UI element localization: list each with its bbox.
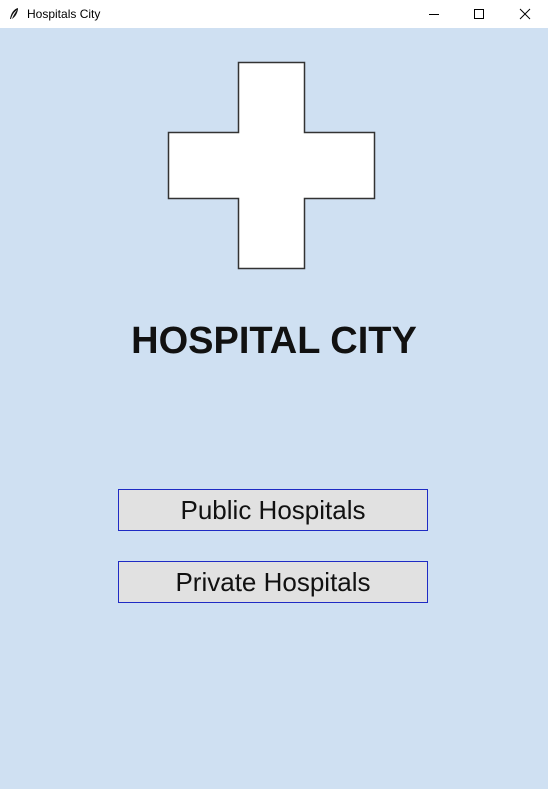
window-title: Hospitals City (27, 7, 101, 21)
close-icon (519, 8, 531, 20)
maximize-icon (474, 9, 484, 19)
title-bar[interactable]: Hospitals City (0, 0, 548, 28)
maximize-button[interactable] (456, 0, 502, 28)
public-hospitals-button[interactable]: Public Hospitals (118, 489, 428, 531)
minimize-icon (429, 14, 439, 15)
close-button[interactable] (502, 0, 548, 28)
page-title: HOSPITAL CITY (131, 320, 417, 362)
app-window: Hospitals City HOSPITAL CITY Public Hosp… (0, 0, 548, 789)
minimize-button[interactable] (411, 0, 457, 28)
feather-icon (6, 6, 22, 22)
medical-cross-icon (167, 61, 376, 270)
private-hospitals-button[interactable]: Private Hospitals (118, 561, 428, 603)
